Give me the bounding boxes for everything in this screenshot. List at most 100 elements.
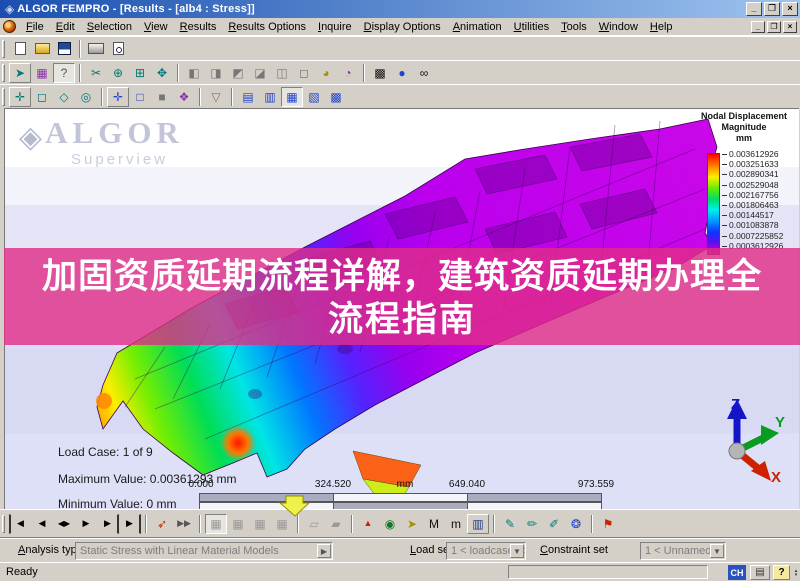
analysis-expand-arrow-icon[interactable]: ▶ — [317, 544, 331, 558]
select-circle-button[interactable]: ◎ — [75, 87, 97, 107]
open-button[interactable] — [31, 39, 53, 59]
restore-button[interactable]: ❐ — [764, 2, 780, 16]
element-display-4-button[interactable]: ▧ — [303, 87, 325, 107]
filter-funnel-button[interactable]: ▽ — [205, 87, 227, 107]
fast-forward-button[interactable]: ▶▶ — [173, 514, 195, 534]
capture-frame-1-button[interactable]: ▦ — [205, 513, 227, 534]
view-bottom-button[interactable]: ◪ — [249, 63, 271, 83]
units-button[interactable]: ▲ — [357, 514, 379, 534]
global-probe-button[interactable]: ❂ — [565, 514, 587, 534]
menu-edit[interactable]: Edit — [50, 19, 81, 35]
child-close-button[interactable]: × — [783, 20, 797, 33]
report-button[interactable]: ▥ — [467, 513, 489, 534]
break-surface-button[interactable]: ✂ — [85, 63, 107, 83]
view-front-button[interactable]: ◧ — [183, 63, 205, 83]
view-back-button[interactable]: ◨ — [205, 63, 227, 83]
status-help-icon[interactable]: ? — [773, 565, 790, 580]
menu-inquire[interactable]: Inquire — [312, 19, 358, 35]
select-point-button[interactable]: ✛ — [9, 86, 31, 107]
menu-file[interactable]: File — [20, 19, 50, 35]
document-globe-icon[interactable] — [3, 20, 16, 33]
inquire-pointer-button[interactable]: ➤ — [9, 62, 31, 83]
capture-frame-3-button[interactable]: ▦ — [249, 514, 271, 534]
load-set-dropdown-icon[interactable]: ▼ — [510, 544, 524, 558]
select-polygon-button[interactable]: ◇ — [53, 87, 75, 107]
pan-button[interactable]: ✥ — [151, 63, 173, 83]
element-display-2-button[interactable]: ▥ — [259, 87, 281, 107]
toolbar-separator — [145, 514, 147, 533]
menu-results[interactable]: Results — [174, 19, 223, 35]
constraint-set-combo[interactable]: 1 < Unnamed > ▼ — [640, 542, 726, 560]
center-of-rotation-button[interactable]: ✛ — [107, 86, 129, 107]
toolbar-separator — [79, 63, 81, 82]
close-button[interactable]: × — [782, 2, 798, 16]
element-display-1-button[interactable]: ▤ — [237, 87, 259, 107]
zoom-window-button[interactable]: ⊞ — [129, 63, 151, 83]
view-top-button[interactable]: ◩ — [227, 63, 249, 83]
help-mode-button[interactable]: ? — [53, 62, 75, 83]
annotate-pointer-button[interactable]: ➤ — [401, 514, 423, 534]
menu-results-options[interactable]: Results Options — [222, 19, 312, 35]
snapshot-camera-button[interactable]: ◉ — [379, 514, 401, 534]
menu-display-options[interactable]: Display Options — [358, 19, 447, 35]
element-display-5-button[interactable]: ▩ — [325, 87, 347, 107]
menu-view[interactable]: View — [138, 19, 174, 35]
display-settings-button[interactable]: ▦ — [31, 63, 53, 83]
element-display-3-button[interactable]: ▦ — [281, 86, 303, 107]
child-minimize-button[interactable]: _ — [751, 20, 765, 33]
new-button[interactable] — [9, 39, 31, 59]
save-button[interactable] — [53, 39, 75, 59]
zoom-in-button[interactable]: ⊕ — [107, 63, 129, 83]
menu-utilities[interactable]: Utilities — [508, 19, 555, 35]
print-preview-button[interactable] — [107, 39, 129, 59]
frame-by-frame-button[interactable]: ◀▶ — [53, 514, 75, 534]
spin-down-icon[interactable]: ▾ — [795, 572, 798, 577]
mesh-view-button[interactable]: ❖ — [173, 87, 195, 107]
toolbar-gripper[interactable] — [2, 514, 5, 533]
toolbar-gripper[interactable] — [2, 63, 5, 82]
status-spinner[interactable]: ▴ ▾ — [792, 565, 800, 580]
probe-tool-2-button[interactable]: ✏ — [521, 514, 543, 534]
solid-cube-button[interactable]: ■ — [151, 87, 173, 107]
lowercase-m-units-button[interactable]: m — [445, 514, 467, 534]
wireframe-cube-button[interactable]: □ — [129, 87, 151, 107]
load-set-combo[interactable]: 1 < loadcase1 > ▼ — [446, 542, 526, 560]
analysis-type-combo[interactable]: Static Stress with Linear Material Model… — [75, 542, 333, 560]
probe-tool-3-button[interactable]: ✐ — [543, 514, 565, 534]
menu-selection[interactable]: Selection — [81, 19, 138, 35]
find-binoculars-button[interactable]: ∞ — [413, 63, 435, 83]
probe-tool-1-button[interactable]: ✎ — [499, 514, 521, 534]
child-restore-button[interactable]: ❐ — [767, 20, 781, 33]
constraint-set-dropdown-icon[interactable]: ▼ — [710, 544, 724, 558]
toolbar-gripper[interactable] — [2, 87, 5, 106]
menu-help[interactable]: Help — [644, 19, 679, 35]
iso-view-2-button[interactable]: ◔ — [337, 63, 359, 83]
step-back-button[interactable]: ◀ — [31, 514, 53, 534]
view-right-button[interactable]: ◻ — [293, 63, 315, 83]
animate-button[interactable]: ➶ — [151, 514, 173, 534]
checker-display-button[interactable]: ▩ — [369, 63, 391, 83]
shaded-sphere-button[interactable]: ● — [391, 63, 413, 83]
next-part-button[interactable]: ▰ — [325, 514, 347, 534]
go-first-frame-button[interactable]: ◀ — [9, 513, 31, 534]
iso-view-1-button[interactable]: ◕ — [315, 63, 337, 83]
menu-tools[interactable]: Tools — [555, 19, 593, 35]
capture-frame-2-button[interactable]: ▦ — [227, 514, 249, 534]
go-end-button[interactable]: ▶ — [119, 513, 141, 534]
select-rectangle-button[interactable]: ◻ — [31, 87, 53, 107]
status-printer-icon[interactable]: ▤ — [750, 565, 770, 580]
ime-language-indicator[interactable]: CH — [728, 565, 746, 580]
menu-window[interactable]: Window — [593, 19, 644, 35]
legend-title-line: mm — [735, 133, 752, 143]
view-left-button[interactable]: ◫ — [271, 63, 293, 83]
scale-label: mm — [396, 479, 414, 490]
uppercase-m-units-button[interactable]: M — [423, 514, 445, 534]
results-table-button[interactable]: ⚑ — [597, 514, 619, 534]
step-forward-button[interactable]: ▶ — [75, 514, 97, 534]
toolbar-gripper[interactable] — [2, 39, 5, 58]
headline-overlay: 加固资质延期流程详解，建筑资质延期办理全 流程指南 — [4, 248, 800, 345]
menu-animation[interactable]: Animation — [447, 19, 508, 35]
minimize-button[interactable]: _ — [746, 2, 762, 16]
go-last-frame-button[interactable]: ▶ — [97, 513, 119, 534]
print-button[interactable] — [85, 39, 107, 59]
